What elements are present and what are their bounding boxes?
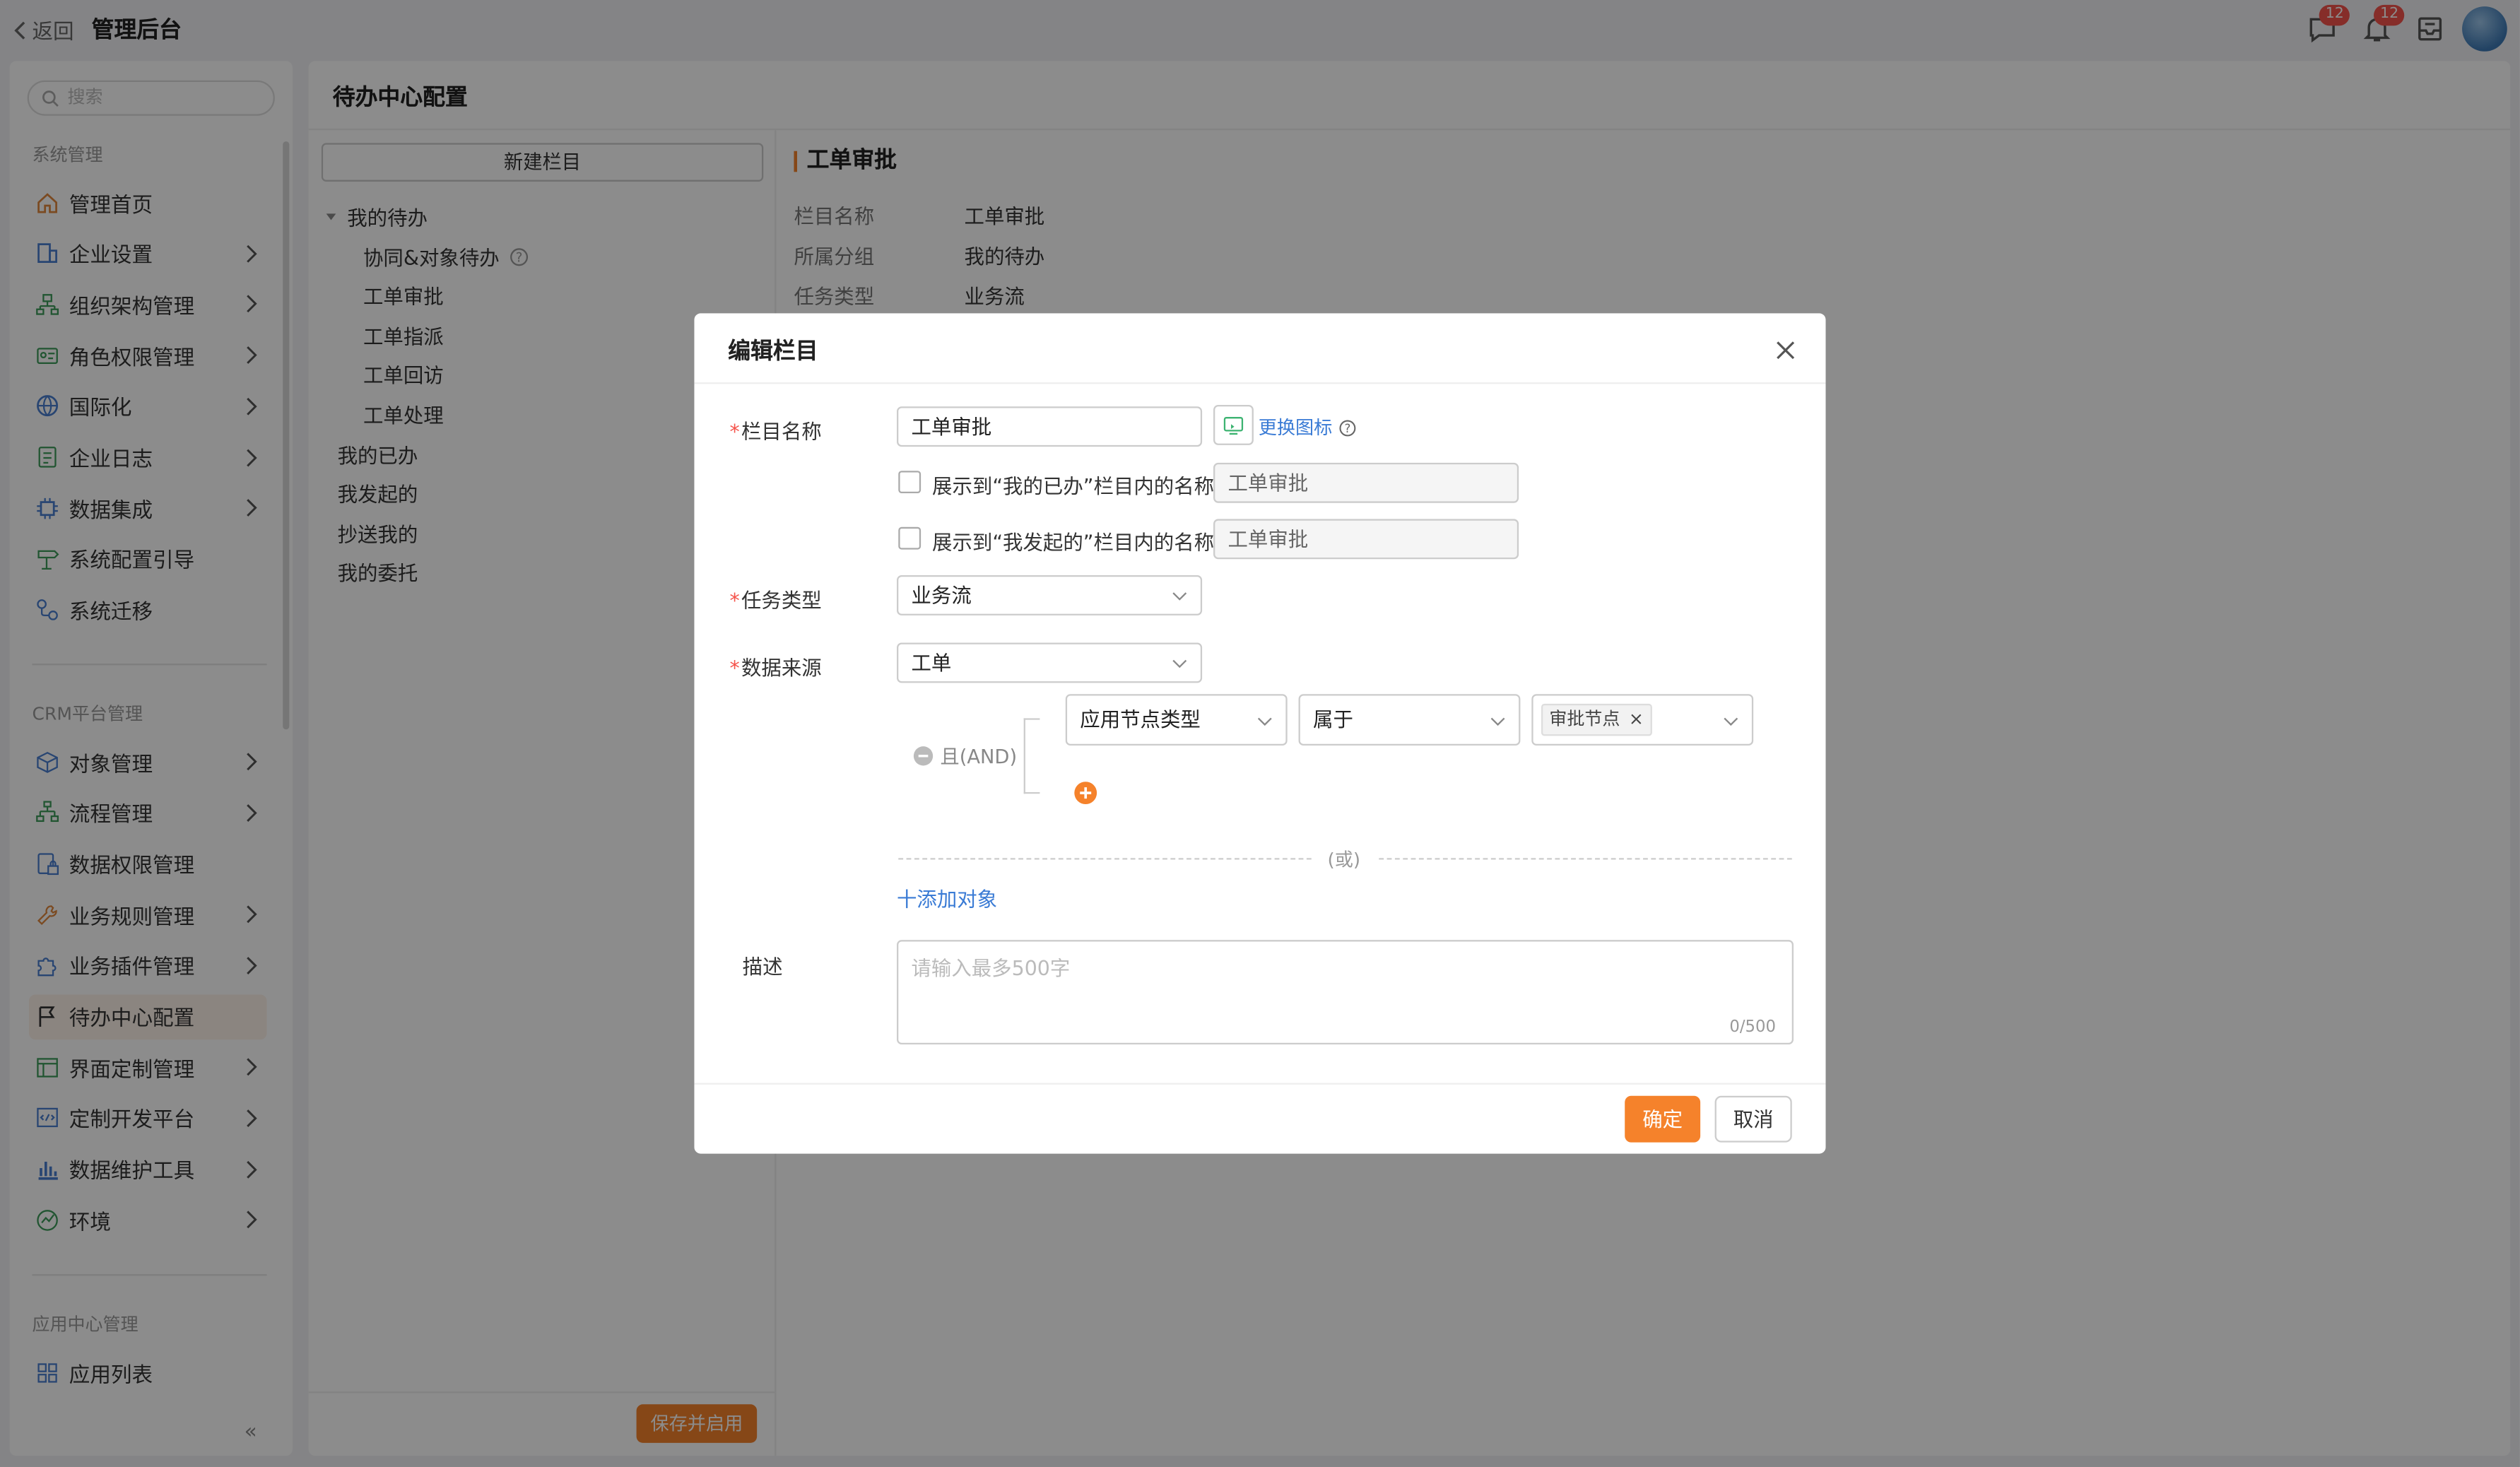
data-source-value: 工单	[911, 650, 952, 675]
change-icon-link[interactable]: 更换图标 ?	[1259, 415, 1357, 440]
or-label: (或)	[1327, 848, 1361, 871]
description-textarea[interactable]: 请输入最多500字 0/500	[897, 940, 1794, 1044]
chevron-down-icon	[1490, 717, 1505, 726]
condition-bracket	[1023, 718, 1040, 794]
description-label: 描述	[742, 954, 783, 979]
column-name-input[interactable]: 工单审批	[897, 406, 1203, 447]
edit-column-dialog: 编辑栏目 * 栏目名称 工单审批 更换图标 ? 展示到“我的已办”栏目内的名称 工…	[694, 313, 1826, 1154]
chevron-down-icon	[1172, 659, 1187, 668]
add-condition-icon[interactable]	[1073, 781, 1097, 805]
chevron-down-icon	[1257, 717, 1272, 726]
char-counter: 0/500	[1729, 1018, 1776, 1037]
close-icon[interactable]	[1772, 337, 1798, 363]
or-divider-left	[898, 858, 1312, 860]
cancel-button[interactable]: 取消	[1714, 1095, 1792, 1143]
change-icon-label: 更换图标	[1258, 416, 1333, 439]
done-name-input[interactable]: 工单审批	[1213, 462, 1519, 503]
initiated-name-input[interactable]: 工单审批	[1213, 519, 1519, 560]
condition-field-value: 应用节点类型	[1080, 707, 1201, 731]
svg-text:?: ?	[1344, 421, 1350, 435]
icon-preview-button[interactable]	[1213, 404, 1254, 445]
add-object-link[interactable]: 十添加对象	[897, 882, 997, 912]
dialog-footer-divider	[694, 1083, 1826, 1085]
condition-value-tag: 审批节点 ×	[1541, 703, 1652, 736]
dialog-title: 编辑栏目	[728, 338, 818, 365]
chevron-down-icon	[1172, 592, 1187, 601]
condition-value-select[interactable]: 审批节点 ×	[1531, 694, 1754, 746]
description-placeholder: 请输入最多500字	[911, 955, 1071, 981]
column-name-label: * 栏目名称	[729, 419, 822, 444]
or-divider-right	[1379, 858, 1792, 860]
condition-field-select[interactable]: 应用节点类型	[1065, 694, 1288, 746]
monitor-icon	[1223, 416, 1244, 434]
data-source-select[interactable]: 工单	[897, 642, 1203, 683]
condition-operator-value: 属于	[1313, 707, 1353, 731]
minus-circle-icon[interactable]	[913, 746, 934, 767]
chevron-down-icon	[1724, 717, 1738, 726]
data-source-label: * 数据来源	[729, 655, 822, 680]
task-type-label: * 任务类型	[729, 588, 822, 613]
show-done-label: 展示到“我的已办”栏目内的名称	[932, 473, 1215, 498]
task-type-select[interactable]: 业务流	[897, 575, 1203, 615]
show-initiated-checkbox[interactable]	[898, 526, 922, 550]
show-done-checkbox[interactable]	[898, 471, 922, 494]
and-label: 且(AND)	[940, 746, 1018, 768]
task-type-value: 业务流	[911, 583, 972, 608]
dialog-header-divider	[694, 382, 1826, 384]
condition-operator-select[interactable]: 属于	[1298, 694, 1521, 746]
tag-remove-icon[interactable]: ×	[1629, 709, 1644, 730]
show-initiated-label: 展示到“我发起的”栏目内的名称	[932, 530, 1215, 555]
confirm-button[interactable]: 确定	[1625, 1095, 1701, 1143]
logic-and-toggle[interactable]: 且(AND)	[913, 742, 1017, 770]
help-circle-icon[interactable]: ?	[1338, 418, 1356, 436]
